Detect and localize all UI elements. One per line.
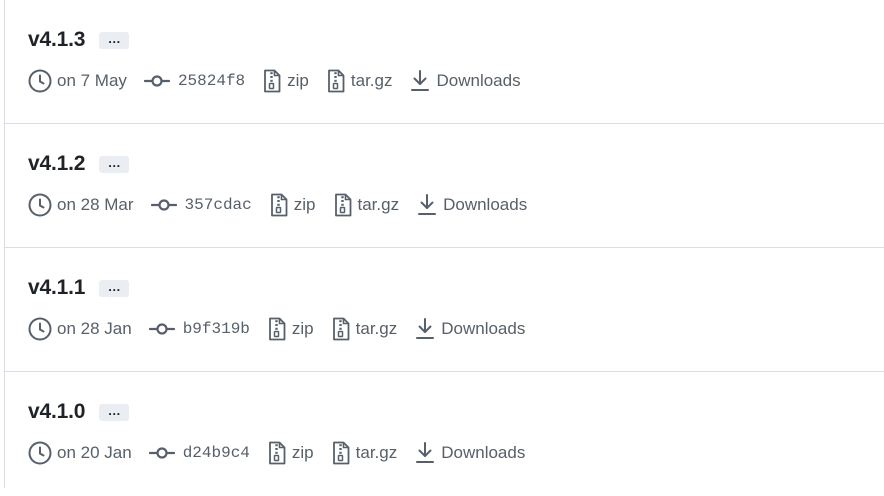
clock-icon [28,193,52,217]
tag-details-toggle-button[interactable]: … [99,31,130,49]
tag-details-toggle-button[interactable]: … [99,403,130,421]
tag-list: v4.1.3 … on 7 May 25824f8 zip tar.gz Dow… [4,0,884,496]
downloads-label: Downloads [441,319,526,338]
tag-meta: on 28 Mar 357cdac zip tar.gz Downloads [28,192,527,218]
tag-title-line: v4.1.0 … [28,398,130,426]
tag-date-text: on 28 Jan [57,319,132,338]
commit-link[interactable]: 357cdac [150,193,252,217]
downloads-label: Downloads [443,195,528,214]
commit-link[interactable]: b9f319b [148,317,250,341]
targz-download-link[interactable]: tar.gz [331,441,398,465]
tag-name-link[interactable]: v4.1.2 [28,152,85,176]
tag-title-line: v4.1.2 … [28,150,130,178]
tag-name-link[interactable]: v4.1.1 [28,276,85,300]
download-icon [418,194,437,215]
tag-row: v4.1.2 … on 28 Mar 357cdac zip tar.gz Do… [4,124,884,248]
git-commit-icon [143,75,170,87]
download-icon [411,70,430,91]
git-commit-icon [150,199,177,211]
downloads-link[interactable]: Downloads [416,193,527,217]
targz-download-link[interactable]: tar.gz [331,317,398,341]
tag-date: on 7 May [28,69,127,93]
tag-date-text: on 20 Jan [57,443,132,462]
git-commit-icon [148,447,175,459]
file-zip-icon [270,193,288,217]
tag-row: v4.1.3 … on 7 May 25824f8 zip tar.gz Dow… [4,0,884,124]
tag-row: v4.1.1 … on 28 Jan b9f319b zip tar.gz Do… [4,248,884,372]
downloads-label: Downloads [441,443,526,462]
downloads-label: Downloads [436,71,521,90]
zip-download-link[interactable]: zip [269,193,316,217]
targz-label: tar.gz [355,443,398,462]
tag-date: on 28 Jan [28,317,132,341]
zip-label: zip [293,195,316,214]
clock-icon [28,441,52,465]
targz-label: tar.gz [355,319,398,338]
tag-date: on 28 Mar [28,193,134,217]
file-zip-icon [269,441,286,465]
tag-row: v4.1.0 … on 20 Jan d24b9c4 zip tar.gz Do… [4,372,884,496]
commit-hash: b9f319b [182,320,250,338]
tag-date-text: on 28 Mar [57,195,134,214]
downloads-link[interactable]: Downloads [414,317,525,341]
commit-link[interactable]: d24b9c4 [148,441,250,465]
file-zip-icon [334,193,351,217]
tag-date-text: on 7 May [57,71,127,90]
zip-label: zip [291,319,314,338]
file-zip-icon [327,69,345,93]
tag-date: on 20 Jan [28,441,132,465]
zip-download-link[interactable]: zip [262,69,309,93]
downloads-link[interactable]: Downloads [414,441,525,465]
commit-hash: d24b9c4 [182,444,250,462]
tag-name-link[interactable]: v4.1.0 [28,400,85,424]
zip-download-link[interactable]: zip [267,317,314,341]
targz-label: tar.gz [350,71,393,90]
file-zip-icon [269,317,286,341]
tag-details-toggle-button[interactable]: … [99,279,130,297]
clock-icon [28,69,52,93]
clock-icon [28,317,52,341]
zip-download-link[interactable]: zip [267,441,314,465]
zip-label: zip [287,71,309,90]
tag-meta: on 7 May 25824f8 zip tar.gz Downloads [28,68,521,94]
targz-download-link[interactable]: tar.gz [326,69,393,93]
tag-meta: on 20 Jan d24b9c4 zip tar.gz Downloads [28,440,525,466]
targz-download-link[interactable]: tar.gz [333,193,400,217]
commit-link[interactable]: 25824f8 [143,69,246,93]
zip-label: zip [291,443,314,462]
downloads-link[interactable]: Downloads [409,69,521,93]
download-icon [416,442,435,463]
tag-meta: on 28 Jan b9f319b zip tar.gz Downloads [28,316,525,342]
tag-title-line: v4.1.3 … [28,26,130,54]
tag-title-line: v4.1.1 … [28,274,130,302]
targz-label: tar.gz [357,195,400,214]
git-commit-icon [148,323,175,335]
commit-hash: 25824f8 [177,72,246,90]
file-zip-icon [332,441,350,465]
commit-hash: 357cdac [184,196,252,214]
file-zip-icon [332,317,350,341]
tag-details-toggle-button[interactable]: … [99,155,130,173]
download-icon [416,318,435,339]
file-zip-icon [264,69,281,93]
tag-name-link[interactable]: v4.1.3 [28,28,85,52]
